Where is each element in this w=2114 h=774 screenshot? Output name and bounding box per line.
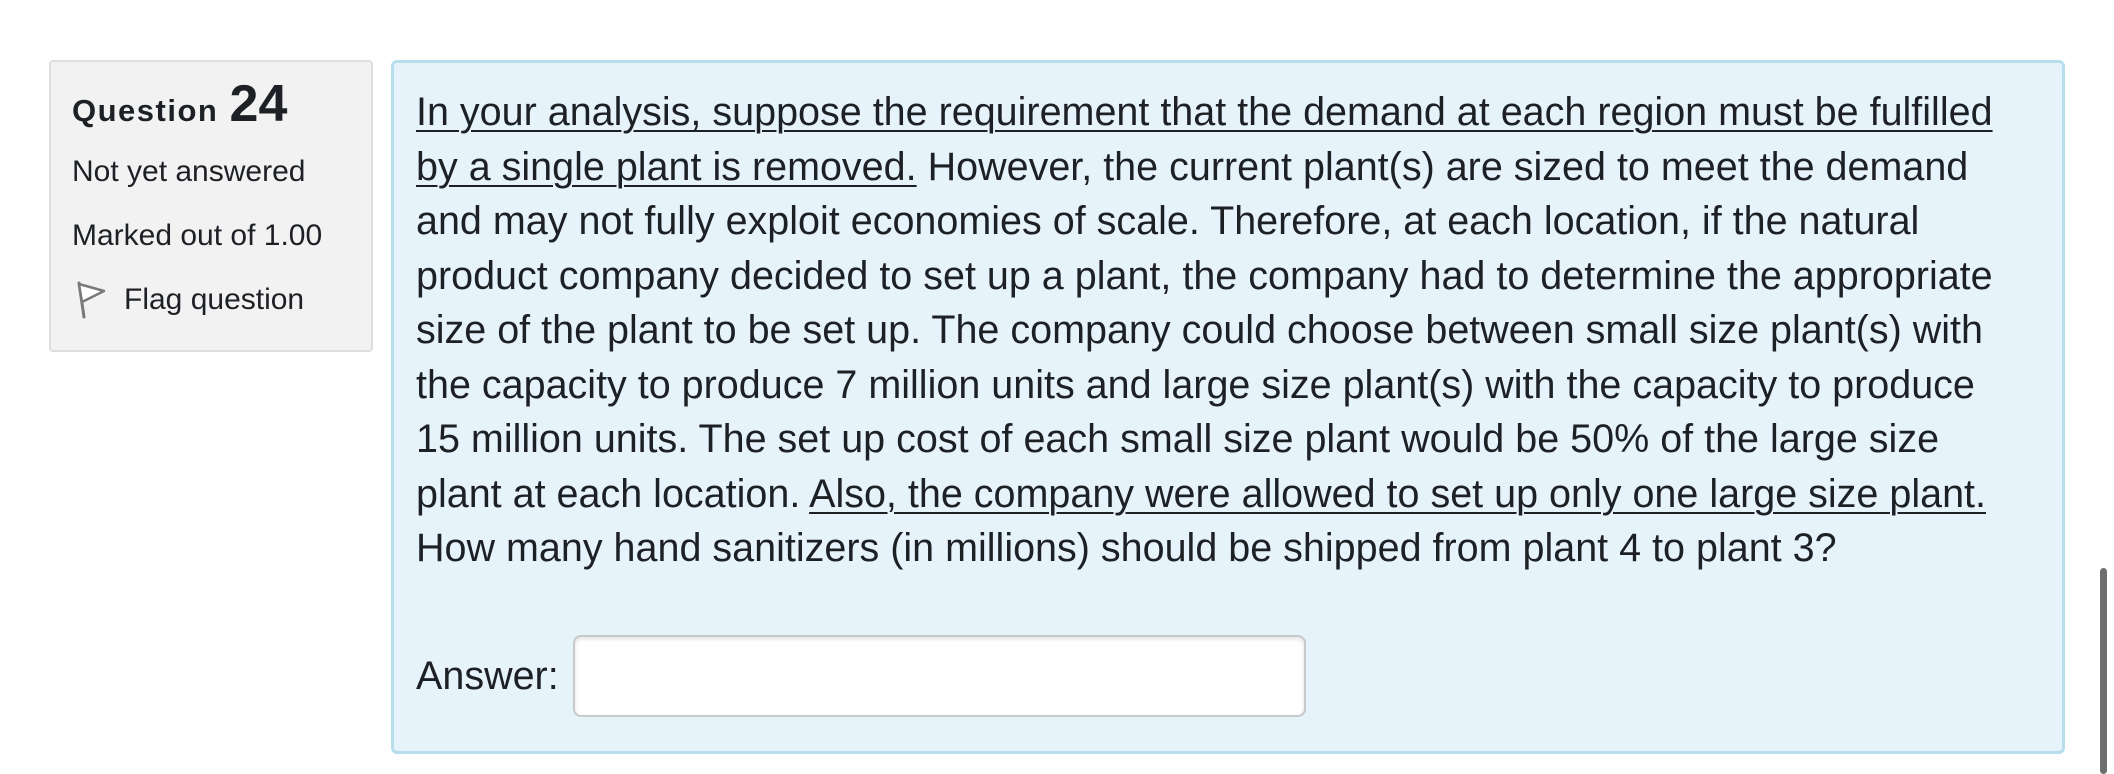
question-text: In your analysis, suppose the requiremen… [416,85,2022,576]
scrollbar-thumb[interactable] [2100,568,2107,774]
question-number: 24 [229,75,288,133]
question-state: Not yet answered [72,155,306,188]
question-content-panel: In your analysis, suppose the requiremen… [391,60,2065,754]
flag-icon[interactable] [74,280,110,320]
question-text-prompt: How many hand sanitizers (in millions) s… [416,526,1837,570]
flag-question-label[interactable]: Flag question [124,283,304,317]
question-info-panel: Question 24 Not yet answered Marked out … [49,60,373,352]
question-grade: Marked out of 1.00 [72,219,323,252]
question-number-heading: Question 24 [72,78,351,130]
question-text-underlined-2: Also, the company were allowed to set up… [809,471,1986,516]
answer-label: Answer: [416,653,559,698]
answer-row: Answer: [416,635,1306,717]
flag-question-link[interactable]: Flag question [72,280,351,320]
quiz-page: Question 24 Not yet answered Marked out … [0,0,2114,774]
question-text-body: However, the current plant(s) are sized … [416,144,1993,516]
question-label: Question [72,93,219,128]
page-scrollbar[interactable] [2096,0,2114,774]
answer-input[interactable] [572,635,1306,717]
